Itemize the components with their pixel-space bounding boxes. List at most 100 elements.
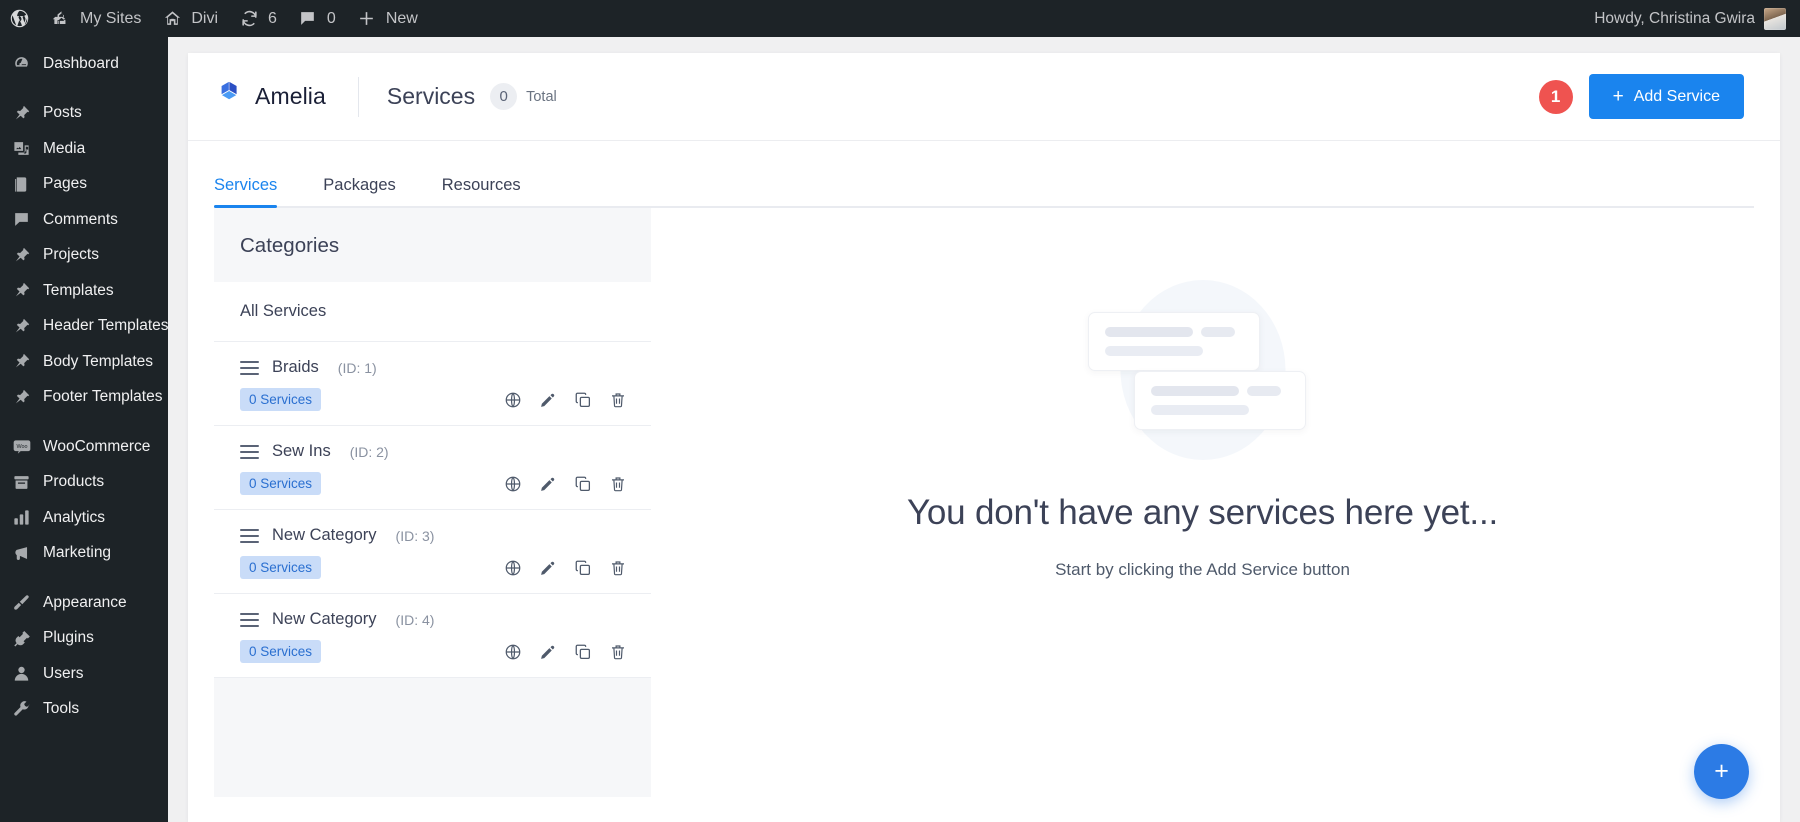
sidebar-item-media[interactable]: Media	[0, 131, 168, 167]
empty-state-title: You don't have any services here yet...	[907, 493, 1498, 533]
duplicate-icon[interactable]	[574, 391, 592, 409]
adminbar-my-sites[interactable]: My Sites	[40, 0, 151, 37]
megaphone-icon	[11, 543, 32, 564]
globe-icon[interactable]	[504, 559, 522, 577]
duplicate-icon[interactable]	[574, 559, 592, 577]
adminbar-wordpress-logo[interactable]	[0, 0, 40, 37]
amelia-logo-icon	[214, 79, 244, 114]
empty-state-illustration	[1088, 280, 1318, 475]
edit-icon[interactable]	[539, 643, 557, 661]
illustration-card	[1088, 312, 1260, 371]
sidebar-item-dashboard[interactable]: Dashboard	[0, 46, 168, 82]
drag-handle-icon[interactable]	[240, 613, 259, 627]
category-row[interactable]: Braids (ID: 1) 0 Services	[214, 342, 651, 426]
sidebar-item-products[interactable]: Products	[0, 465, 168, 501]
category-row-header: Braids (ID: 1)	[240, 358, 627, 377]
sidebar-item-label: Products	[43, 473, 104, 491]
admin-sidebar: Dashboard Posts Media Pages Comments Pro…	[0, 37, 168, 822]
category-id: (ID: 2)	[350, 444, 389, 460]
category-row-header: New Category (ID: 4)	[240, 610, 627, 629]
products-icon	[11, 472, 32, 493]
duplicate-icon[interactable]	[574, 643, 592, 661]
globe-icon[interactable]	[504, 475, 522, 493]
sidebar-item-users[interactable]: Users	[0, 656, 168, 692]
edit-icon[interactable]	[539, 391, 557, 409]
drag-handle-icon[interactable]	[240, 529, 259, 543]
category-row[interactable]: New Category (ID: 4) 0 Services	[214, 594, 651, 678]
sidebar-item-analytics[interactable]: Analytics	[0, 500, 168, 536]
category-service-count: 0 Services	[240, 472, 321, 495]
adminbar-site-name[interactable]: Divi	[151, 0, 228, 37]
sidebar-item-comments[interactable]: Comments	[0, 202, 168, 238]
category-actions	[504, 391, 627, 409]
sidebar-item-label: Plugins	[43, 629, 94, 647]
tab-services[interactable]: Services	[214, 176, 277, 208]
delete-icon[interactable]	[609, 559, 627, 577]
sidebar-item-appearance[interactable]: Appearance	[0, 585, 168, 621]
delete-icon[interactable]	[609, 391, 627, 409]
edit-icon[interactable]	[539, 559, 557, 577]
category-item-all-services[interactable]: All Services	[214, 282, 651, 342]
category-service-count: 0 Services	[240, 556, 321, 579]
adminbar-comments-count: 0	[327, 10, 336, 28]
plus-icon	[356, 8, 378, 30]
delete-icon[interactable]	[609, 475, 627, 493]
category-name: Braids	[272, 358, 319, 377]
home-icon	[161, 8, 183, 30]
comments-icon	[297, 8, 319, 30]
illustration-row	[1151, 386, 1289, 396]
illustration-line	[1105, 327, 1193, 337]
updates-icon	[238, 8, 260, 30]
drag-handle-icon[interactable]	[240, 445, 259, 459]
globe-icon[interactable]	[504, 643, 522, 661]
pin-icon	[11, 387, 32, 408]
adminbar-new-content[interactable]: New	[346, 0, 428, 37]
wordpress-logo-icon	[8, 8, 30, 30]
page-container: Amelia Services 0 Total 1 + Add Service …	[168, 37, 1800, 822]
illustration-line	[1247, 386, 1281, 396]
sidebar-item-label: Tools	[43, 700, 79, 718]
sidebar-item-posts[interactable]: Posts	[0, 96, 168, 132]
category-row[interactable]: Sew Ins (ID: 2) 0 Services	[214, 426, 651, 510]
category-row-header: Sew Ins (ID: 2)	[240, 442, 627, 461]
sidebar-item-header-templates[interactable]: Header Templates	[0, 309, 168, 345]
floating-add-button[interactable]: +	[1694, 744, 1749, 799]
add-service-button[interactable]: + Add Service	[1589, 74, 1744, 119]
drag-handle-icon[interactable]	[240, 361, 259, 375]
sidebar-item-label: Header Templates	[43, 317, 169, 335]
sidebar-item-plugins[interactable]: Plugins	[0, 621, 168, 657]
sidebar-item-projects[interactable]: Projects	[0, 238, 168, 274]
sidebar-item-marketing[interactable]: Marketing	[0, 536, 168, 572]
category-row[interactable]: New Category (ID: 3) 0 Services	[214, 510, 651, 594]
category-row-footer: 0 Services	[240, 640, 627, 663]
plus-icon: +	[1714, 759, 1729, 784]
pages-icon	[11, 174, 32, 195]
adminbar-account[interactable]: Howdy, Christina Gwira	[1594, 8, 1800, 30]
sidebar-item-tools[interactable]: Tools	[0, 692, 168, 728]
sidebar-item-footer-templates[interactable]: Footer Templates	[0, 380, 168, 416]
category-name: New Category	[272, 610, 377, 629]
sidebar-item-woocommerce[interactable]: Woo WooCommerce	[0, 429, 168, 465]
duplicate-icon[interactable]	[574, 475, 592, 493]
illustration-card	[1134, 371, 1306, 430]
globe-icon[interactable]	[504, 391, 522, 409]
category-name: New Category	[272, 526, 377, 545]
illustration-line	[1201, 327, 1235, 337]
tab-packages[interactable]: Packages	[323, 176, 395, 208]
sidebar-item-label: Projects	[43, 246, 99, 264]
category-id: (ID: 1)	[338, 360, 377, 376]
edit-icon[interactable]	[539, 475, 557, 493]
sidebar-item-pages[interactable]: Pages	[0, 167, 168, 203]
services-total-label: Total	[526, 89, 557, 105]
sidebar-item-label: Appearance	[43, 594, 127, 612]
category-service-count: 0 Services	[240, 640, 321, 663]
sidebar-item-templates[interactable]: Templates	[0, 273, 168, 309]
analytics-icon	[11, 507, 32, 528]
sidebar-item-body-templates[interactable]: Body Templates	[0, 344, 168, 380]
adminbar-updates[interactable]: 6	[228, 0, 287, 37]
delete-icon[interactable]	[609, 643, 627, 661]
adminbar-my-sites-label: My Sites	[80, 10, 141, 28]
sidebar-separator	[0, 415, 168, 429]
tab-resources[interactable]: Resources	[442, 176, 521, 208]
adminbar-comments[interactable]: 0	[287, 0, 346, 37]
